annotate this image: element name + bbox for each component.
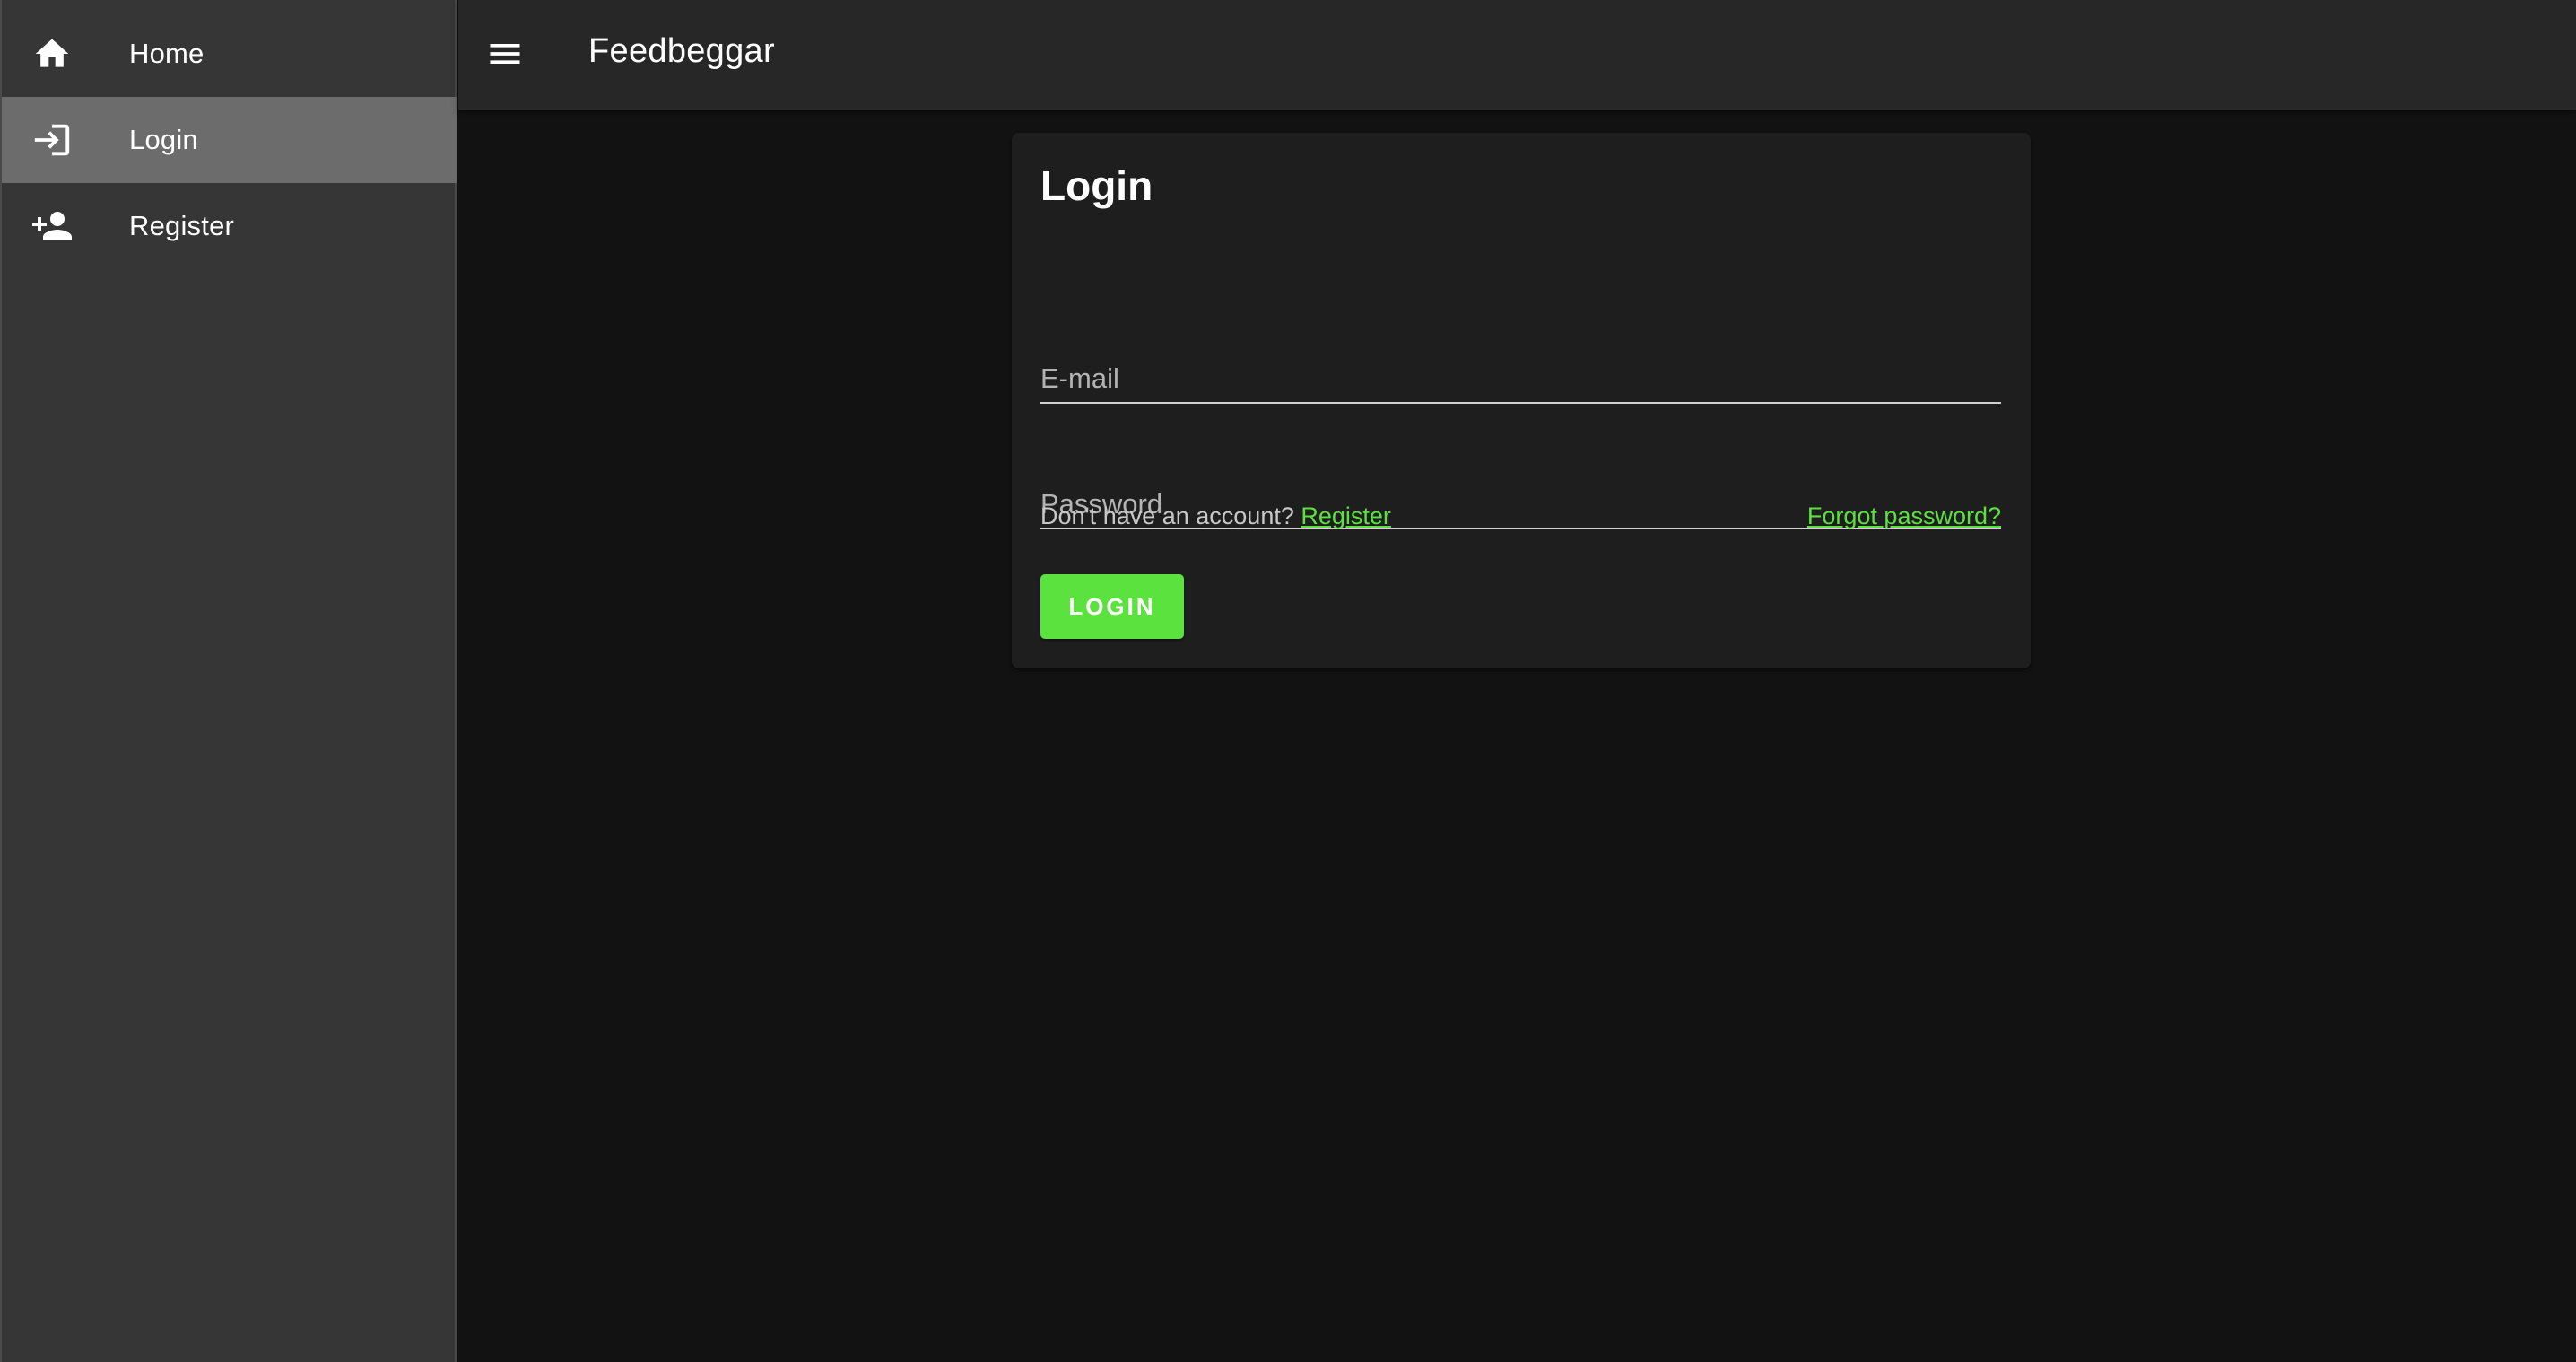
top-app-bar: Feedbeggar [458, 0, 2576, 110]
email-field-container [1040, 339, 2001, 404]
home-icon [30, 32, 74, 75]
login-button[interactable]: LOGIN [1040, 574, 1184, 639]
app-title: Feedbeggar [588, 32, 775, 70]
sidebar-item-home[interactable]: Home [2, 11, 457, 97]
register-prompt: Don't have an account? Register [1040, 502, 1391, 530]
sidebar-item-label: Home [129, 38, 205, 69]
app-root: Home Login Register Feedbeggar Login E-m… [0, 0, 2576, 1362]
sidebar-item-label: Register [129, 210, 235, 241]
forgot-password-link[interactable]: Forgot password? [1807, 502, 2001, 530]
no-account-text: Don't have an account? [1040, 502, 1294, 529]
email-field[interactable] [1040, 362, 2001, 395]
sidebar-item-register[interactable]: Register [2, 183, 457, 269]
card-title: Login [1040, 162, 1153, 209]
menu-button[interactable] [476, 27, 534, 84]
login-icon [30, 118, 74, 162]
sidebar-item-login[interactable]: Login [2, 97, 457, 183]
register-link[interactable]: Register [1301, 502, 1391, 529]
navigation-drawer: Home Login Register [0, 0, 457, 1362]
sidebar-item-label: Login [129, 124, 198, 155]
form-links-row: Don't have an account? Register Forgot p… [1040, 502, 2001, 538]
menu-icon [485, 34, 525, 78]
person-add-icon [30, 205, 74, 248]
login-card: Login Don't have an account? Register Fo… [1012, 133, 2031, 668]
